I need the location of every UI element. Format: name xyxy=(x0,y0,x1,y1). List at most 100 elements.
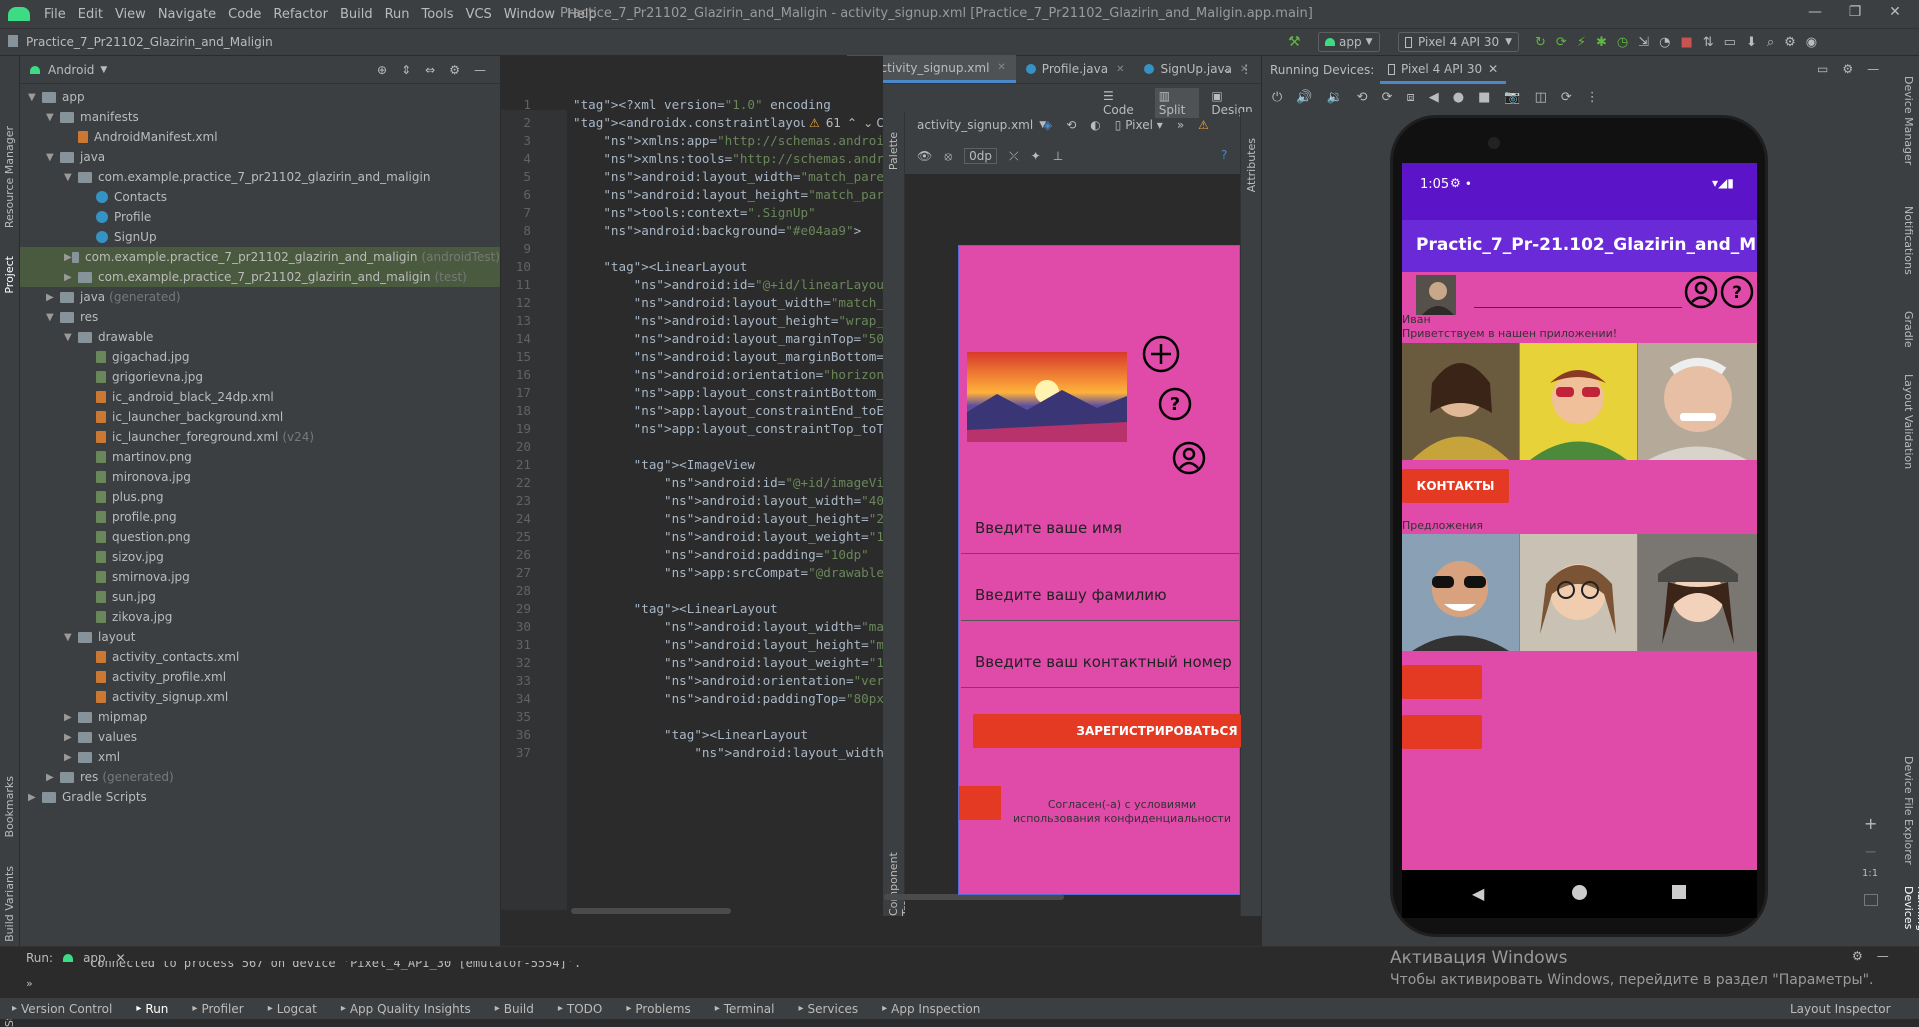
home-icon[interactable]: ● xyxy=(1453,90,1464,105)
tree-item[interactable]: Contacts xyxy=(20,187,500,207)
device-tab[interactable]: Pixel 4 API 30 ✕ xyxy=(1380,57,1507,84)
night-mode-icon[interactable]: ◐ xyxy=(1090,118,1100,132)
clear-constraints-icon[interactable]: ⤫ xyxy=(1009,149,1019,164)
surname-input[interactable]: Введите вашу фамилию xyxy=(975,586,1167,604)
tree-item[interactable]: ▼ java xyxy=(20,147,500,167)
hide-icon[interactable]: — xyxy=(1877,949,1889,963)
split-mode-button[interactable]: ▥ Split xyxy=(1154,88,1200,118)
question-icon[interactable]: ? xyxy=(1157,386,1193,422)
apply-changes-icon[interactable]: ⟳ xyxy=(1556,35,1567,50)
android-assistant-icon[interactable]: ◉ xyxy=(1806,35,1817,50)
code-line[interactable]: "ns">android:layout_width="match xyxy=(573,618,907,636)
attributes-tab[interactable]: Attributes xyxy=(1245,138,1258,192)
chevron-down-icon[interactable]: ▼ xyxy=(46,152,60,163)
chevron-right-icon[interactable]: ▶ xyxy=(64,272,78,283)
close-icon[interactable]: ✕ xyxy=(997,62,1005,73)
rotate-left-icon[interactable]: ⟲ xyxy=(1357,90,1368,105)
register-button[interactable]: ЗАРЕГИСТРИРОВАТЬСЯ xyxy=(973,714,1241,748)
tree-item[interactable]: ▼ manifests xyxy=(20,107,500,127)
code-line[interactable]: "ns">app:layout_constraintBottom_toB xyxy=(573,384,907,402)
code-line[interactable]: "ns">tools:context=".SignUp" xyxy=(573,204,815,222)
menu-refactor[interactable]: Refactor xyxy=(267,7,334,22)
code-line[interactable]: "ns">android:orientation="horizonta xyxy=(573,366,899,384)
menu-view[interactable]: View xyxy=(109,7,152,22)
tree-item[interactable]: ▶ values xyxy=(20,727,500,747)
menu-window[interactable]: Window xyxy=(498,7,561,22)
editor-hscrollbar[interactable] xyxy=(571,908,731,914)
gear-icon[interactable]: ⚙ xyxy=(449,63,460,77)
project-view-select[interactable]: Android xyxy=(48,63,94,77)
volume-up-icon[interactable]: 🔊 xyxy=(1296,90,1312,105)
tree-item[interactable]: mironova.jpg xyxy=(20,467,500,487)
orientation-icon[interactable]: ⟲ xyxy=(1066,118,1076,132)
chevron-right-icon[interactable]: ▶ xyxy=(64,252,72,263)
collapse-all-icon[interactable]: ⇔ xyxy=(425,63,435,77)
tree-item[interactable]: ▶ mipmap xyxy=(20,707,500,727)
code-line[interactable]: "ns">xmlns:app="http://schemas.android.c xyxy=(573,132,906,150)
locate-icon[interactable]: ⊕ xyxy=(377,63,387,77)
tree-item[interactable]: ▶ java (generated) xyxy=(20,287,500,307)
fit-screen-icon[interactable] xyxy=(1864,894,1878,906)
tree-item[interactable]: ▼ app xyxy=(20,87,500,107)
menu-vcs[interactable]: VCS xyxy=(460,7,498,22)
sync-gradle-icon[interactable]: ⇅ xyxy=(1703,35,1714,50)
more-icon[interactable]: » xyxy=(1177,118,1184,132)
code-line[interactable]: "ns">android:background="#e04aa9"> xyxy=(573,222,861,240)
code-line[interactable]: "ns">android:layout_width="match_par xyxy=(573,294,907,312)
warning-icon[interactable]: ⚠ xyxy=(1198,118,1209,132)
restore-layout-icon[interactable]: » xyxy=(26,977,33,990)
menu-edit[interactable]: Edit xyxy=(72,7,109,22)
tree-item[interactable]: sizov.jpg xyxy=(20,547,500,567)
debug-icon[interactable]: ✱ xyxy=(1596,35,1607,50)
back-icon[interactable]: ◀ xyxy=(1429,90,1439,105)
status-run[interactable]: ▸ Run xyxy=(124,1002,180,1016)
breadcrumb[interactable]: Practice_7_Pr21102_Glazirin_and_Maligin xyxy=(26,35,273,49)
rotate-right-icon[interactable]: ⟳ xyxy=(1382,90,1393,105)
code-line[interactable]: "ns">android:layout_height="200d xyxy=(573,510,907,528)
status-services[interactable]: ▸ Services xyxy=(786,1002,870,1016)
code-line[interactable]: "ns">android:layout_height="wrap_con xyxy=(573,312,907,330)
profile-icon[interactable] xyxy=(1171,440,1207,476)
status-todo[interactable]: ▸ TODO xyxy=(546,1002,615,1016)
screenshot-icon[interactable]: 📷 xyxy=(1504,90,1520,105)
tree-item[interactable]: AndroidManifest.xml xyxy=(20,127,500,147)
offer-button[interactable] xyxy=(1402,665,1482,699)
code-line[interactable]: "ns">android:layout_width="match_parent" xyxy=(573,168,906,186)
margin-select[interactable]: 0dp xyxy=(964,148,998,164)
apply-code-icon[interactable]: ⚡ xyxy=(1577,35,1586,50)
device-manager-tab[interactable]: Device Manager xyxy=(1902,76,1915,165)
contact-photo[interactable] xyxy=(1402,343,1519,460)
code-line[interactable]: "ns">android:layout_height="matc xyxy=(573,636,907,654)
status-app-quality-insights[interactable]: ▸ App Quality Insights xyxy=(329,1002,483,1016)
chevron-right-icon[interactable]: ▶ xyxy=(28,792,42,803)
status-problems[interactable]: ▸ Problems xyxy=(614,1002,702,1016)
code-line[interactable]: "ns">android:layout_width=" xyxy=(573,744,899,762)
code-line[interactable]: "ns">android:orientation="vertic xyxy=(573,672,907,690)
tree-item[interactable]: zikova.jpg xyxy=(20,607,500,627)
offer-photo[interactable] xyxy=(1520,534,1637,651)
attach-debugger-icon[interactable]: ⇲ xyxy=(1638,35,1649,50)
device-manager-icon[interactable]: ▭ xyxy=(1724,35,1736,50)
tree-item[interactable]: ▶ res (generated) xyxy=(20,767,500,787)
tree-item[interactable]: sun.jpg xyxy=(20,587,500,607)
running-devices-tab[interactable]: Running Devices xyxy=(1902,886,1919,946)
tree-item[interactable]: ▼ layout xyxy=(20,627,500,647)
chevron-down-icon[interactable]: ▼ xyxy=(64,172,78,183)
tree-item[interactable]: grigorievna.jpg xyxy=(20,367,500,387)
settings-icon[interactable]: ⚙ xyxy=(1784,35,1796,50)
tree-item[interactable]: SignUp xyxy=(20,227,500,247)
menu-file[interactable]: File xyxy=(38,7,72,22)
chevron-right-icon[interactable]: ▶ xyxy=(64,752,78,763)
layers-icon[interactable]: ◈ xyxy=(1043,118,1052,132)
maximize-button[interactable]: ❐ xyxy=(1840,4,1870,24)
run-config-select[interactable]: app ▼ xyxy=(1318,32,1380,52)
profile-icon[interactable]: ◷ xyxy=(1617,35,1628,50)
status-version-control[interactable]: ▸ Version Control xyxy=(0,1002,124,1016)
code-lines[interactable]: 1 "tag"><?xml version="1.0" encoding 2 "tag… xyxy=(501,97,914,910)
menu-code[interactable]: Code xyxy=(222,7,267,22)
tree-item[interactable]: profile.png xyxy=(20,507,500,527)
chevron-down-icon[interactable]: ⌄ xyxy=(863,116,873,130)
close-icon[interactable]: ✕ xyxy=(1488,62,1498,76)
new-tab-icon[interactable]: ▭ xyxy=(1817,62,1828,76)
minimize-button[interactable]: — xyxy=(1800,4,1830,24)
